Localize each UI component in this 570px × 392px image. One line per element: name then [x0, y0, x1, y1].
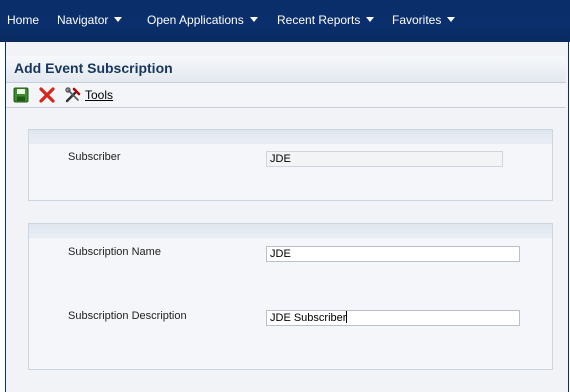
- tools-button[interactable]: [64, 86, 82, 104]
- nav-navigator-label: Navigator: [57, 13, 109, 27]
- chevron-down-icon: [114, 17, 123, 22]
- nav-open-applications[interactable]: Open Applications: [147, 12, 258, 28]
- chevron-down-icon: [447, 17, 456, 22]
- page-header: Add Event Subscription: [6, 56, 566, 83]
- subscriber-field: JDE: [266, 151, 503, 167]
- subscriber-label: Subscriber: [68, 151, 121, 163]
- top-navigation-bar: Home Navigator Open Applications Recent …: [0, 0, 570, 42]
- panel-header: [29, 130, 552, 144]
- tools-menu-label[interactable]: Tools: [85, 88, 113, 102]
- nav-navigator[interactable]: Navigator: [57, 12, 123, 28]
- subscription-description-field[interactable]: JDE Subscriber: [266, 310, 520, 326]
- nav-home-label: Home: [7, 13, 40, 27]
- cancel-x-icon: [39, 87, 55, 103]
- chevron-down-icon: [249, 17, 258, 22]
- nav-recent-reports-label: Recent Reports: [277, 13, 361, 27]
- chevron-down-icon: [366, 17, 375, 22]
- panel-header: [29, 224, 552, 238]
- nav-home[interactable]: Home: [7, 12, 39, 28]
- nav-favorites[interactable]: Favorites: [392, 12, 456, 28]
- nav-recent-reports[interactable]: Recent Reports: [277, 12, 375, 28]
- nav-favorites-label: Favorites: [392, 13, 442, 27]
- page-title: Add Event Subscription: [14, 60, 173, 76]
- text-cursor: [346, 311, 348, 323]
- save-icon: [13, 87, 29, 103]
- save-button[interactable]: [12, 86, 30, 104]
- cancel-button[interactable]: [38, 86, 56, 104]
- subscription-name-field[interactable]: JDE: [266, 246, 520, 262]
- nav-open-applications-label: Open Applications: [147, 13, 244, 27]
- subscription-name-label: Subscription Name: [68, 246, 161, 258]
- tools-icon: [65, 87, 81, 103]
- subscription-description-label: Subscription Description: [68, 310, 187, 322]
- subscription-description-value: JDE Subscriber: [270, 312, 347, 324]
- toolbar: Tools: [6, 83, 566, 108]
